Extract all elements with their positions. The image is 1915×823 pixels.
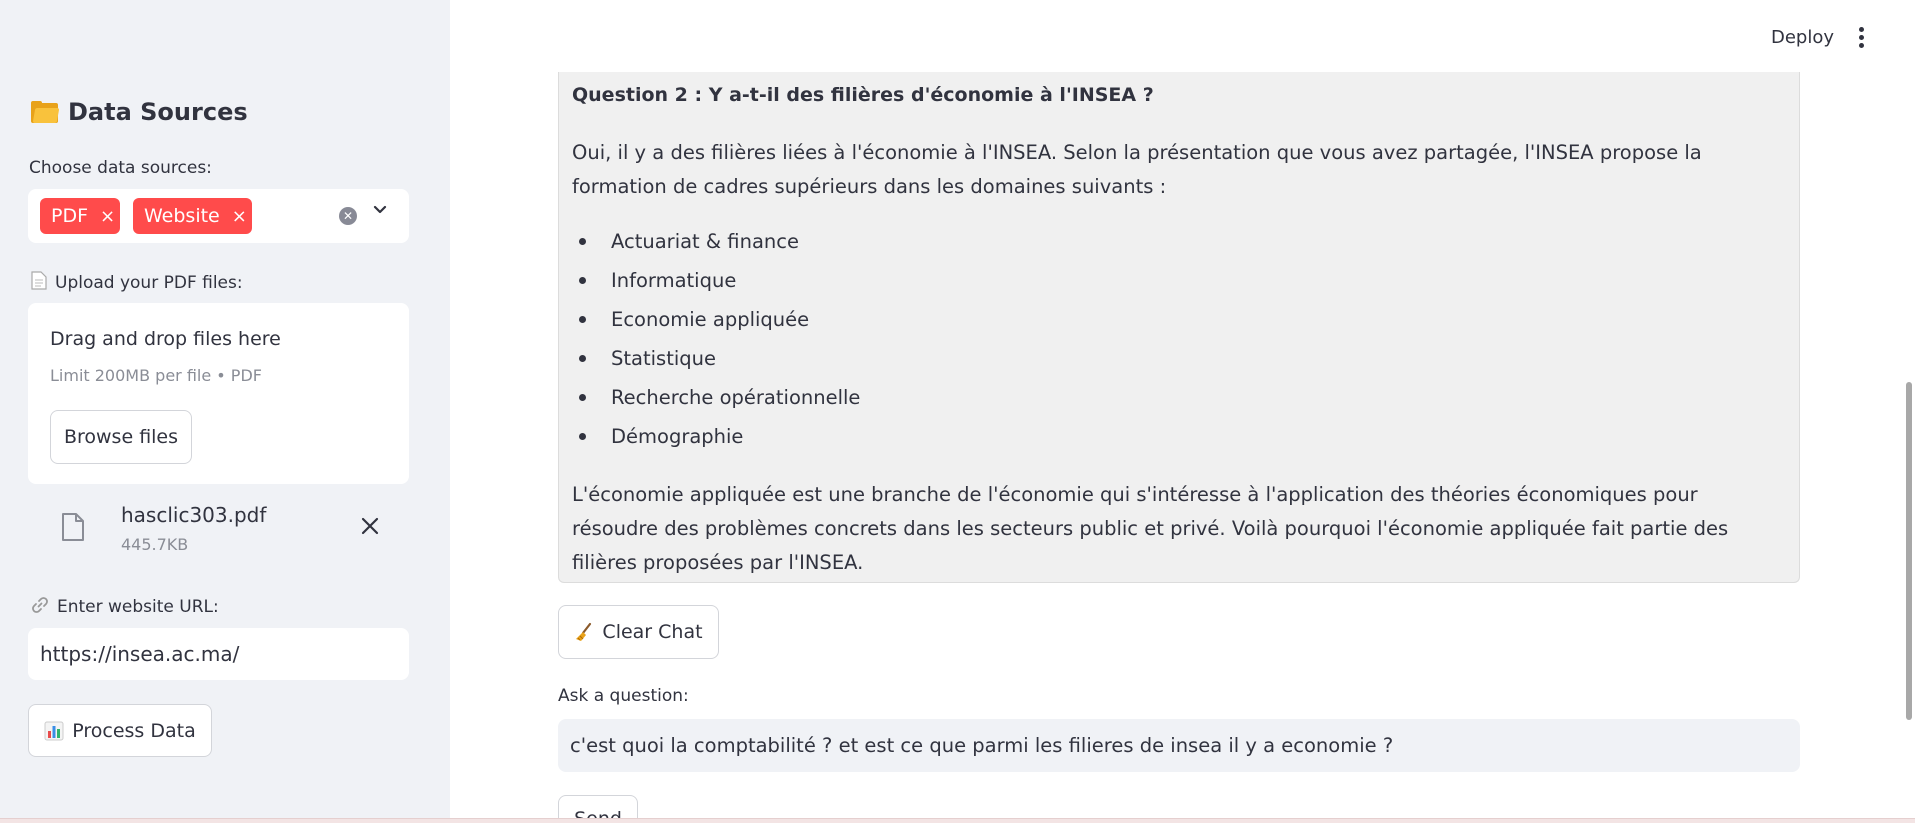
question-input[interactable]: c'est quoi la comptabilité ? et est ce q… <box>558 719 1800 772</box>
bottom-border <box>0 818 1915 823</box>
sidebar: Data Sources Choose data sources: PDF × … <box>0 0 450 823</box>
sidebar-title-text: Data Sources <box>68 98 248 126</box>
chip-website-remove-icon[interactable]: × <box>232 206 247 227</box>
dropzone-limit: Limit 200MB per file • PDF <box>50 366 262 385</box>
field-list: Actuariat & finance Informatique Economi… <box>572 222 860 456</box>
url-label-text: Enter website URL: <box>57 597 219 617</box>
chip-pdf: PDF × <box>40 198 120 234</box>
upload-label: Upload your PDF files: <box>31 271 243 294</box>
process-data-label: Process Data <box>72 719 196 742</box>
data-sources-multiselect[interactable]: PDF × Website × ✕ <box>28 189 409 243</box>
list-item: Démographie <box>572 417 860 456</box>
url-input[interactable]: https://insea.ac.ma/ <box>28 628 409 680</box>
chip-pdf-label: PDF <box>51 205 89 227</box>
list-item: Actuariat & finance <box>572 222 860 261</box>
uploaded-file-row: hasclic303.pdf 445.7KB <box>28 495 409 560</box>
broom-icon <box>574 622 594 642</box>
process-data-button[interactable]: Process Data <box>28 704 212 757</box>
list-item: Recherche opérationnelle <box>572 378 860 417</box>
main-menu-icon[interactable] <box>1857 27 1865 49</box>
file-name: hasclic303.pdf <box>121 503 267 527</box>
folder-icon <box>31 101 60 123</box>
page-icon <box>31 271 47 294</box>
link-icon <box>31 596 49 618</box>
question-title: Question 2 : Y a-t-il des filières d'éco… <box>572 84 1154 106</box>
chip-pdf-remove-icon[interactable]: × <box>100 206 115 227</box>
bar-chart-icon <box>44 721 64 741</box>
deploy-button[interactable]: Deploy <box>1771 27 1834 48</box>
list-item: Informatique <box>572 261 860 300</box>
clear-all-icon[interactable]: ✕ <box>339 207 357 225</box>
list-item: Statistique <box>572 339 860 378</box>
chip-website: Website × <box>133 198 252 234</box>
chip-website-label: Website <box>144 205 220 227</box>
upload-label-text: Upload your PDF files: <box>55 272 243 293</box>
url-label: Enter website URL: <box>31 596 219 618</box>
answer-intro: Oui, il y a des filières liées à l'écono… <box>572 141 1702 198</box>
ask-question-label: Ask a question: <box>558 686 689 706</box>
browse-files-button[interactable]: Browse files <box>50 410 192 464</box>
page-scrollbar[interactable] <box>1906 382 1912 720</box>
chat-message: Question 2 : Y a-t-il des filières d'éco… <box>558 72 1800 583</box>
choose-sources-label: Choose data sources: <box>29 158 212 178</box>
remove-file-icon[interactable] <box>361 509 379 542</box>
clear-chat-button[interactable]: Clear Chat <box>558 605 719 659</box>
file-icon <box>61 512 85 542</box>
chevron-down-icon[interactable] <box>372 201 388 222</box>
file-size: 445.7KB <box>121 535 189 554</box>
answer-outro: L'économie appliquée est une branche de … <box>572 483 1729 574</box>
file-dropzone[interactable]: Drag and drop files here Limit 200MB per… <box>28 303 409 484</box>
list-item: Economie appliquée <box>572 300 860 339</box>
sidebar-title: Data Sources <box>31 98 248 126</box>
clear-chat-label: Clear Chat <box>602 621 703 643</box>
dropzone-title: Drag and drop files here <box>50 328 281 350</box>
